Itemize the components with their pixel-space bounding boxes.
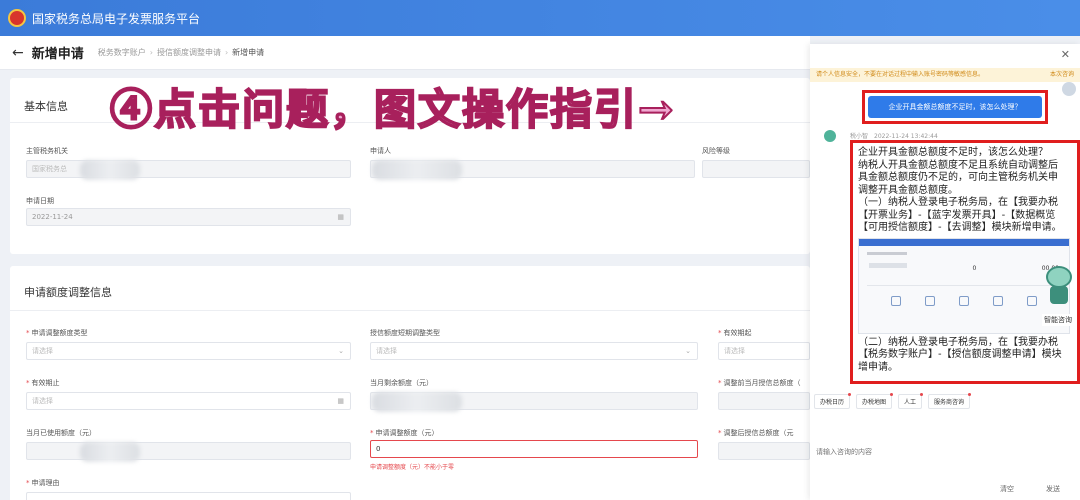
apply-amount-input[interactable]: 0: [370, 440, 698, 458]
breadcrumb-item[interactable]: 税务数字账户: [98, 47, 146, 58]
page-title: 新增申请: [31, 47, 84, 62]
answer-line: 【可用授信额度】-【去调整】模块新增申请。: [858, 222, 1062, 233]
post-adjust-quota-field: [718, 442, 810, 460]
robot-mascot-icon[interactable]: [1042, 266, 1076, 306]
screenshot-stats: 0 00.00: [859, 255, 1069, 276]
field-label-risk-level: 风险等级: [702, 147, 730, 155]
used-quota-field: [26, 442, 351, 460]
answer-line: 企业开具金额总额度不足时，该怎么处理？: [858, 147, 1048, 158]
field-label-post-adjust-quota: * 调整后授信总额度（元: [718, 429, 794, 437]
smart-consult-label[interactable]: 智能咨询: [1042, 314, 1074, 326]
clear-button[interactable]: 清空: [1000, 484, 1014, 494]
chat-panel: ✕ 请个人信息安全，不要在对话过程中输入账号密码等敏感信息。 本次咨询 企业开具…: [810, 44, 1080, 500]
screenshot-icons: [859, 286, 1069, 306]
answer-line: 调整开具金额总额度。: [858, 184, 958, 196]
field-label-pre-adjust-quota: * 调整前当月授信总额度（: [718, 379, 801, 387]
adjust-info-card: 申请额度调整信息 * 申请调整额度类型 请选择 ⌄ 授信额度短期调整类型 请选择 ⌄ …: [10, 266, 810, 500]
breadcrumb-separator: ›: [149, 48, 153, 57]
divider: [10, 310, 810, 311]
field-label-apply-date: 申请日期: [26, 197, 54, 205]
answer-line: 【开票业务】-【蓝字发票开具】-【数据概览: [858, 209, 1056, 221]
quick-link-provider-consult[interactable]: 服务商咨询: [928, 393, 972, 409]
field-label-used-quota: 当月已使用额度（元）: [26, 429, 96, 437]
robot-body: [1050, 286, 1068, 304]
calendar-icon: ▦: [337, 213, 344, 221]
tax-emblem-icon: [8, 9, 26, 27]
function-icon: [925, 296, 935, 306]
notice-text: 请个人信息安全，不要在对话过程中输入账号密码等敏感信息。: [816, 71, 985, 78]
pre-adjust-quota-field: [718, 392, 810, 410]
quick-link-tax-calendar[interactable]: 办税日历: [814, 393, 852, 409]
answer-line: （二）纳税人登录电子税务局，在【我要办税: [858, 336, 1058, 348]
app-title: 国家税务总局电子发票服务平台: [32, 11, 201, 26]
redacted-value: [80, 160, 140, 180]
user-avatar: [1062, 82, 1076, 96]
field-label-remaining-quota: 当月剩余额度（元）: [370, 379, 433, 387]
answer-line: （一）纳税人登录电子税务局，在【我要办税: [858, 197, 1058, 208]
function-icon: [1027, 296, 1037, 306]
field-label-apply-amount: * 申请调整额度（元）: [370, 429, 439, 437]
field-label-valid-from: * 有效期起: [718, 329, 752, 337]
breadcrumb-item[interactable]: 授信额度调整申请: [157, 47, 221, 58]
quick-link-human-agent[interactable]: 人工: [898, 393, 924, 409]
apply-date-field: 2022-11-24 ▦: [26, 208, 351, 226]
back-arrow-icon[interactable]: ←: [12, 45, 24, 61]
answer-line: 增申请。: [858, 361, 898, 373]
section-title: 基本信息: [24, 100, 68, 113]
page-header: ← 新增申请 税务数字账户 › 授信额度调整申请 › 新增申请: [0, 36, 810, 70]
chevron-down-icon: ⌄: [685, 347, 691, 355]
field-label-adjust-type: * 申请调整额度类型: [26, 329, 88, 337]
field-label-reason: * 申请理由: [26, 479, 60, 487]
top-bar: 国家税务总局电子发票服务平台: [0, 0, 1080, 36]
answer-line: 具金额总额度仍不足的，可向主管税务机关申: [858, 172, 1058, 183]
quick-link-tax-map[interactable]: 办税地图: [856, 393, 894, 409]
field-label-short-term-type: 授信额度短期调整类型: [370, 329, 440, 337]
breadcrumb-current: 新增申请: [232, 48, 265, 57]
redacted-value: [372, 160, 462, 180]
function-icon: [993, 296, 1003, 306]
bot-message-meta: 税小智 2022-11-24 13:42:44: [850, 133, 938, 140]
guide-screenshot[interactable]: 0 00.00: [858, 237, 1070, 334]
field-label-applicant: 申请人: [370, 147, 391, 155]
screenshot-value: 0: [972, 264, 977, 272]
screenshot-cell: [869, 262, 907, 268]
security-notice: 请个人信息安全，不要在对话过程中输入账号密码等敏感信息。 本次咨询: [810, 68, 1080, 82]
risk-level-field: [702, 160, 810, 178]
answer-line: 【税务数字账户】-【授信额度调整申请】模块: [858, 349, 1062, 360]
error-message: 申请调整额度（元）不能小于零: [370, 464, 455, 471]
breadcrumb-separator: ›: [224, 48, 229, 57]
apply-date-value: 2022-11-24: [32, 213, 73, 221]
function-icon: [959, 296, 969, 306]
question-button[interactable]: 企业开具金额总额度不足时，该怎么处理？: [868, 96, 1042, 118]
notice-link[interactable]: 本次咨询: [1050, 68, 1074, 82]
answer-highlight: 企业开具金额总额度不足时，该怎么处理？ 纳税人开具金额总额度不足且系统自动调整后…: [850, 140, 1080, 384]
close-icon[interactable]: ✕: [1061, 48, 1070, 61]
quick-links: 办税日历 办税地图 人工 服务商咨询: [814, 393, 972, 409]
screenshot-header: [859, 238, 1069, 246]
valid-from-picker[interactable]: 请选择: [718, 342, 810, 360]
function-icon: [891, 296, 901, 306]
field-label-valid-to: * 有效期止: [26, 379, 60, 387]
section-title: 申请额度调整信息: [24, 286, 112, 299]
valid-to-picker[interactable]: 请选择 ▦: [26, 392, 351, 410]
chat-input[interactable]: [816, 432, 1074, 472]
redacted-value: [80, 442, 140, 462]
question-highlight: 企业开具金额总额度不足时，该怎么处理？: [862, 90, 1048, 124]
chevron-down-icon: ⌄: [338, 347, 344, 355]
tutorial-annotation: ④点击问题，图文操作指引→: [109, 84, 676, 135]
tax-authority-field: 国家税务总: [26, 160, 351, 178]
redacted-value: [372, 392, 462, 412]
send-button[interactable]: 发送: [1046, 484, 1060, 494]
adjust-type-select[interactable]: 请选择 ⌄: [26, 342, 351, 360]
robot-head: [1046, 266, 1072, 288]
short-term-type-select[interactable]: 请选择 ⌄: [370, 342, 698, 360]
answer-line: 纳税人开具金额总额度不足且系统自动调整后: [858, 159, 1058, 171]
bot-avatar: [824, 130, 836, 142]
reason-textarea[interactable]: [26, 492, 351, 500]
field-label-tax-authority: 主管税务机关: [26, 147, 68, 155]
calendar-icon: ▦: [337, 397, 344, 405]
